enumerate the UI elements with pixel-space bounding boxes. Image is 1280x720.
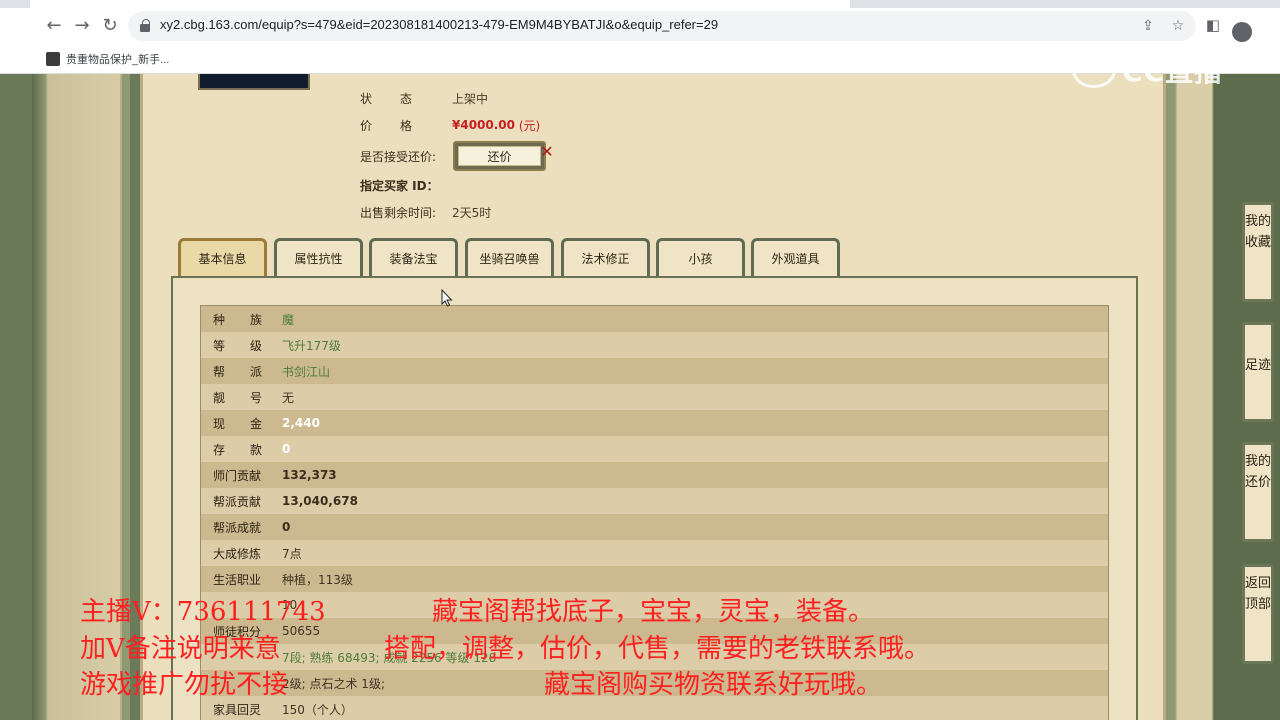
cc-live-watermark: CC直播 [1072, 50, 1223, 90]
table-row: 种族魔 [201, 306, 1108, 332]
side-nav-back-to-top[interactable]: 返回顶部 [1242, 564, 1274, 664]
row-key: 存款 [213, 442, 288, 457]
table-row: 大成修炼 7点 [201, 540, 1108, 566]
row-key: 种族 [213, 312, 288, 327]
lock-icon[interactable] [140, 19, 150, 32]
tab-appearance[interactable]: 外观道具 [751, 238, 840, 276]
row-value: 书剑江山 [282, 364, 331, 379]
share-icon[interactable]: ⇪ [1138, 16, 1158, 36]
table-row: 帮派成就 0 [201, 514, 1108, 540]
status-key: 状态 [360, 91, 441, 106]
row-key: 帮派贡献 [213, 494, 262, 509]
row-value: 13,040,678 [282, 494, 358, 508]
bookmark-item[interactable]: 贵重物品保护_新手... [46, 50, 169, 68]
remaining-value: 2天5时 [452, 205, 492, 220]
tab-children[interactable]: 小孩 [656, 238, 745, 276]
row-key: 靓号 [213, 390, 288, 405]
row-key: 等级 [213, 338, 288, 353]
browser-toolbar: ← → ↻ xy2.cbg.163.com/equip?s=479&eid=20… [0, 8, 1280, 44]
table-row: 帮派贡献 13,040,678 [201, 488, 1108, 514]
address-bar[interactable]: xy2.cbg.163.com/equip?s=479&eid=20230818… [128, 11, 1196, 41]
row-key: 家具回灵 [213, 702, 262, 717]
row-key: 生活职业 [213, 572, 262, 587]
row-key: 帮派成就 [213, 520, 262, 535]
row-value: 132,373 [282, 468, 337, 482]
price-unit: (元) [518, 118, 541, 133]
buyer-key: 指定买家 ID： [360, 178, 439, 193]
row-value: 150（个人） [282, 702, 353, 717]
row-value: 2级; 点石之术 1级; [282, 676, 385, 691]
tab-mounts-pets[interactable]: 坐骑召唤兽 [465, 238, 554, 276]
row-value: 飞升177级 [282, 338, 341, 353]
row-key: 现金 [213, 416, 288, 431]
tab-basic-info[interactable]: 基本信息 [178, 238, 267, 276]
table-row: 帮派 书剑江山 [201, 358, 1108, 384]
overlay-line2-right: 搭配，调整，估价，代售，需要的老铁联系哦。 [384, 634, 931, 664]
remaining-key: 出售剩余时间: [360, 205, 437, 220]
row-key: 帮派 [213, 364, 288, 379]
tab-spell-correction[interactable]: 法术修正 [561, 238, 650, 276]
tab-strip [0, 0, 1280, 8]
price-value: ¥4000.00 [452, 118, 516, 132]
side-nav-favorites[interactable]: 我的收藏 [1242, 202, 1274, 302]
table-row: 等级 飞升177级 [201, 332, 1108, 358]
price-row: 价格 ¥4000.00 (元) [360, 116, 540, 134]
buyer-row: 指定买家 ID： [360, 176, 452, 194]
row-key: 大成修炼 [213, 546, 262, 561]
tab-attributes[interactable]: 属性抗性 [274, 238, 363, 276]
status-value: 上架中 [452, 91, 489, 106]
bargain-key: 是否接受还价: [360, 149, 437, 164]
forward-arrow-icon[interactable]: → [70, 14, 94, 38]
cc-logo-icon [1072, 52, 1116, 88]
row-value: 7点 [282, 546, 302, 561]
overlay-line3-left: 游戏推广勿扰不接 [80, 670, 289, 700]
status-row: 状态 上架中 [360, 89, 488, 107]
row-value: 无 [282, 390, 295, 405]
reload-icon[interactable]: ↻ [98, 14, 122, 38]
bargain-button[interactable]: 还价 [453, 141, 546, 171]
close-x-icon: ✕ [540, 142, 554, 161]
back-arrow-icon[interactable]: ← [42, 14, 66, 38]
overlay-line3-right: 藏宝阁购买物资联系好玩哦。 [544, 670, 883, 700]
overlay-line1-left: 主播V：736111743 [80, 597, 326, 627]
table-row: 现金 2,440 [201, 410, 1108, 436]
bargain-button-label: 还价 [458, 146, 541, 166]
row-value: 种植，113级 [282, 572, 353, 587]
table-row: 生活职业 种植，113级 [201, 566, 1108, 592]
row-value: 魔 [282, 312, 295, 327]
overlay-line2-left: 加V备注说明来意 [80, 634, 281, 664]
side-panel-icon[interactable]: ◧ [1202, 14, 1224, 36]
overlay-line1-right: 藏宝阁帮找底子，宝宝，灵宝，装备。 [432, 597, 875, 627]
star-icon[interactable]: ☆ [1168, 16, 1188, 36]
table-row: 师门贡献 132,373 [201, 462, 1108, 488]
side-nav-my-bargains[interactable]: 我的还价 [1242, 442, 1274, 542]
price-key: 价格 [360, 118, 441, 133]
side-nav-footprints[interactable]: 足迹 [1242, 322, 1274, 422]
row-value: 2,440 [282, 416, 320, 430]
tab-equipment[interactable]: 装备法宝 [369, 238, 458, 276]
profile-avatar-icon[interactable] [1232, 22, 1252, 42]
row-value: 0 [282, 442, 291, 456]
active-tab[interactable] [30, 0, 850, 8]
character-thumbnail[interactable] [198, 74, 310, 90]
remaining-row: 出售剩余时间: 2天5时 [360, 203, 491, 221]
bookmark-favicon-icon [46, 52, 60, 66]
bargain-row: 是否接受还价: [360, 147, 452, 165]
row-value: 0 [282, 520, 291, 534]
url-text: xy2.cbg.163.com/equip?s=479&eid=20230818… [160, 17, 719, 32]
table-row: 存款 0 [201, 436, 1108, 462]
row-key: 师门贡献 [213, 468, 262, 483]
table-row: 靓号无 [201, 384, 1108, 410]
bookmark-label: 贵重物品保护_新手... [66, 54, 170, 66]
watermark-text: CC直播 [1122, 55, 1224, 88]
